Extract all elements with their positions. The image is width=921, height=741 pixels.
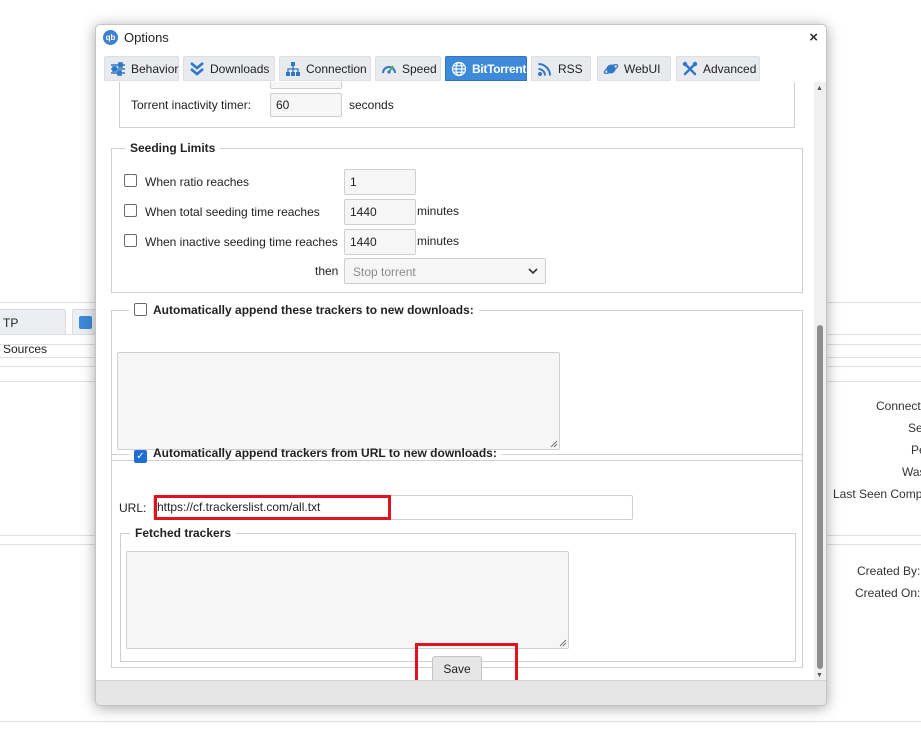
inactivity-timer-label: Torrent inactivity timer: xyxy=(131,98,252,112)
tab-label: Behavior xyxy=(131,62,179,76)
tab-label: Speed xyxy=(402,62,437,76)
save-button[interactable]: Save xyxy=(432,656,482,680)
tab-label: Connection xyxy=(306,62,367,76)
dialog-footer xyxy=(96,680,826,705)
tracker-url-input[interactable]: https://cf.trackerslist.com/all.txt xyxy=(153,495,633,520)
ratio-label: When ratio reaches xyxy=(145,175,250,189)
inactive-time-unit: minutes xyxy=(417,234,460,248)
globe-icon xyxy=(451,61,467,77)
qbittorrent-logo-icon: qb xyxy=(103,30,118,45)
bg-label-seeds: Se xyxy=(908,421,921,435)
bg-divider xyxy=(0,721,921,722)
options-content: Torrent inactivity timer: 60 seconds See… xyxy=(96,82,816,680)
inactive-time-input[interactable]: 1440 xyxy=(344,229,416,255)
url-trackers-legend: ✓ Automatically append trackers from URL … xyxy=(129,446,502,463)
tools-icon xyxy=(682,61,698,76)
tab-behavior[interactable]: Behavior xyxy=(104,56,179,81)
scrollbar-thumb[interactable] xyxy=(817,325,823,669)
inactive-time-label: When inactive seeding time reaches xyxy=(145,235,338,249)
tab-label: BitTorrent xyxy=(472,62,527,76)
chevron-down-icon xyxy=(528,268,538,275)
bg-label-connections: Connect xyxy=(876,399,921,413)
url-trackers-checkbox[interactable]: ✓ xyxy=(134,450,147,463)
auto-trackers-checkbox[interactable] xyxy=(134,303,147,316)
ratio-input[interactable]: 1 xyxy=(344,169,416,195)
satellite-icon xyxy=(603,64,619,74)
seeding-limits-legend: Seeding Limits xyxy=(130,141,216,155)
auto-trackers-label: Automatically append these trackers to n… xyxy=(153,303,474,317)
bg-label-created-by: Created By: xyxy=(857,564,921,578)
vertical-scrollbar[interactable]: ▲ ▼ xyxy=(814,82,826,680)
bg-label-created-on: Created On: xyxy=(855,586,921,600)
refresh-icon xyxy=(79,316,92,329)
double-chevron-down-icon xyxy=(190,62,204,76)
resize-grip-icon[interactable] xyxy=(559,639,567,647)
scroll-down-arrow-icon[interactable]: ▼ xyxy=(816,672,823,679)
dialog-title: Options xyxy=(124,30,169,45)
seeding-time-checkbox[interactable] xyxy=(124,204,137,217)
rss-icon xyxy=(538,63,551,76)
tab-connection[interactable]: Connection xyxy=(279,56,371,81)
bg-label-last-seen: Last Seen Comp xyxy=(833,487,921,501)
scroll-up-arrow-icon[interactable]: ▲ xyxy=(816,85,823,92)
bg-label-wasted: Was xyxy=(902,465,921,479)
url-label: URL: xyxy=(119,501,147,515)
url-trackers-label: Automatically append trackers from URL t… xyxy=(153,446,497,460)
tab-bittorrent[interactable]: BitTorrent xyxy=(445,56,527,81)
sliders-icon xyxy=(111,62,125,76)
inactive-time-checkbox[interactable] xyxy=(124,234,137,247)
tab-webui[interactable]: WebUI xyxy=(597,56,671,81)
bg-tab-label: TP Sources xyxy=(3,316,48,356)
fetched-trackers-textarea[interactable] xyxy=(126,551,569,649)
close-button[interactable]: × xyxy=(809,29,818,46)
bg-tab-http-sources[interactable]: TP Sources xyxy=(0,309,66,356)
queue-limit-input-partial[interactable] xyxy=(270,82,342,89)
seeding-time-label: When total seeding time reaches xyxy=(145,205,320,219)
seeding-time-unit: minutes xyxy=(417,204,460,218)
tab-downloads[interactable]: Downloads xyxy=(183,56,275,81)
ratio-checkbox[interactable] xyxy=(124,174,137,187)
seeding-time-input[interactable]: 1440 xyxy=(344,199,416,225)
limit-action-select[interactable]: Stop torrent xyxy=(344,258,546,284)
auto-trackers-textarea[interactable] xyxy=(117,352,560,450)
tab-speed[interactable]: Speed xyxy=(375,56,441,81)
tab-label: Downloads xyxy=(210,62,270,76)
options-dialog: qb Options × Behavior Downloads Connecti… xyxy=(95,24,827,706)
speedometer-icon xyxy=(382,65,396,74)
bg-label-peers: Pe xyxy=(911,443,921,457)
auto-trackers-legend: Automatically append these trackers to n… xyxy=(129,303,479,317)
inactivity-timer-unit: seconds xyxy=(349,98,394,112)
then-label: then xyxy=(315,264,339,278)
inactivity-timer-input[interactable]: 60 xyxy=(270,93,342,117)
network-icon xyxy=(286,62,300,76)
dialog-titlebar[interactable]: qb Options × xyxy=(96,25,826,51)
tab-rss[interactable]: RSS xyxy=(531,56,591,81)
tab-advanced[interactable]: Advanced xyxy=(676,56,760,81)
tab-label: WebUI xyxy=(624,62,661,76)
tab-label: Advanced xyxy=(703,62,757,76)
tab-label: RSS xyxy=(558,62,583,76)
limit-action-value: Stop torrent xyxy=(353,265,416,279)
fetched-trackers-legend: Fetched trackers xyxy=(135,526,232,540)
